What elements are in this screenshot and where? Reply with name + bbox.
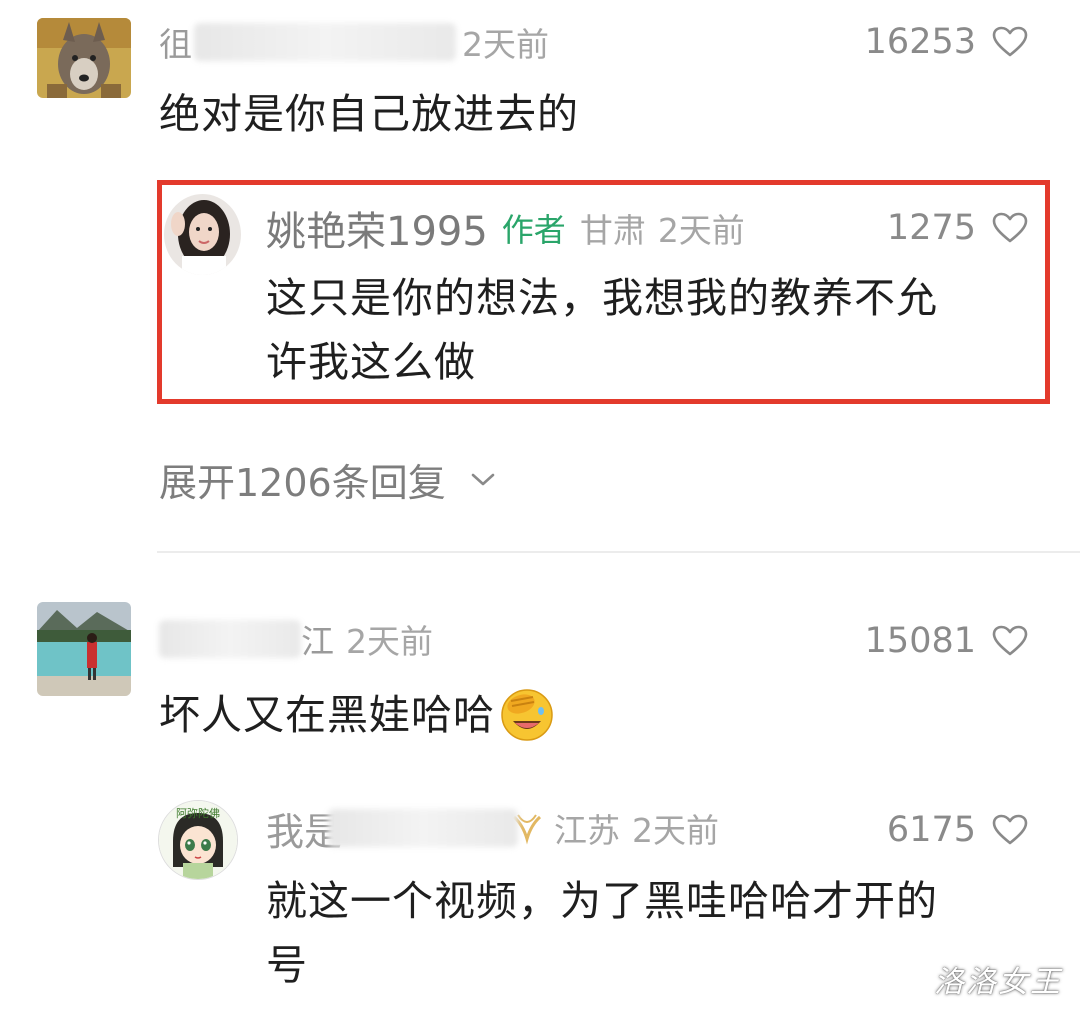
like-button[interactable]: 16253	[865, 20, 1028, 64]
username-redacted	[328, 809, 519, 847]
reply-time: 2天前	[632, 811, 720, 850]
like-count: 15081	[864, 621, 976, 661]
heart-outline-icon	[992, 26, 1028, 57]
author-avatar-image	[164, 194, 241, 275]
reply-like-count: 6175	[886, 810, 976, 850]
reply-location: 甘肃	[579, 211, 646, 250]
reply-like-button[interactable]: 1275	[887, 206, 1028, 250]
reply-time: 2天前	[657, 211, 745, 250]
reply-text-line-2: 号	[266, 941, 308, 989]
watermark: 洛洛女王	[934, 965, 1062, 1000]
avatar-caption: 阿弥陀佛	[176, 807, 220, 820]
reply-text-line-2: 许我这么做	[266, 338, 476, 386]
heart-outline-icon	[992, 625, 1028, 656]
chevron-down-icon	[471, 473, 495, 485]
comment-text: 绝对是你自己放进去的	[159, 90, 579, 138]
like-count: 16253	[864, 22, 976, 62]
avatar-cartoon-girl[interactable]: 阿弥陀佛	[158, 800, 238, 880]
like-button[interactable]: 15081	[865, 619, 1028, 663]
author-username[interactable]: 姚艳荣1995	[266, 199, 488, 257]
reply-meta: 姚艳荣1995 作者 甘肃 2天前	[266, 204, 745, 255]
wolf-avatar-image	[37, 18, 131, 98]
avatar-wolf[interactable]	[37, 18, 131, 98]
heart-outline-icon	[992, 212, 1028, 243]
divider	[157, 551, 1080, 553]
reply-text-line-1: 就这一个视频，为了黑哇哈哈才开的	[266, 877, 938, 925]
comment-time: 2天前	[346, 622, 433, 661]
reply-2-meta: 我是 江苏 2天前	[266, 806, 720, 854]
username-redacted	[159, 620, 301, 658]
comment-text: 坏人又在黑娃哈哈	[159, 691, 495, 739]
reply-text-line-1: 这只是你的想法，我想我的教养不允	[266, 274, 938, 322]
username-partial[interactable]: 徂	[159, 18, 192, 66]
avatar-author[interactable]	[164, 194, 241, 275]
username-redacted	[194, 23, 456, 61]
avatar-landscape[interactable]	[37, 602, 131, 696]
username-partial[interactable]: 江	[301, 615, 334, 663]
expand-replies-button[interactable]: 展开1206条回复	[159, 452, 496, 507]
comment-text-wrap: 坏人又在黑娃哈哈	[159, 685, 555, 745]
expand-replies-label: 展开1206条回复	[159, 461, 446, 505]
comment-1-meta: 徂 2天前	[159, 20, 549, 64]
heart-outline-icon	[992, 814, 1028, 845]
comment-time: 2天前	[462, 25, 549, 64]
facepalm-laughing-emoji-icon	[501, 689, 553, 741]
reply-like-count: 1275	[886, 208, 976, 248]
reply-like-button[interactable]: 6175	[887, 808, 1028, 852]
reply-location: 江苏	[554, 811, 621, 850]
comment-2-meta: 江 2天前	[159, 617, 433, 661]
author-badge: 作者	[501, 211, 566, 249]
landscape-avatar-image	[37, 602, 131, 696]
